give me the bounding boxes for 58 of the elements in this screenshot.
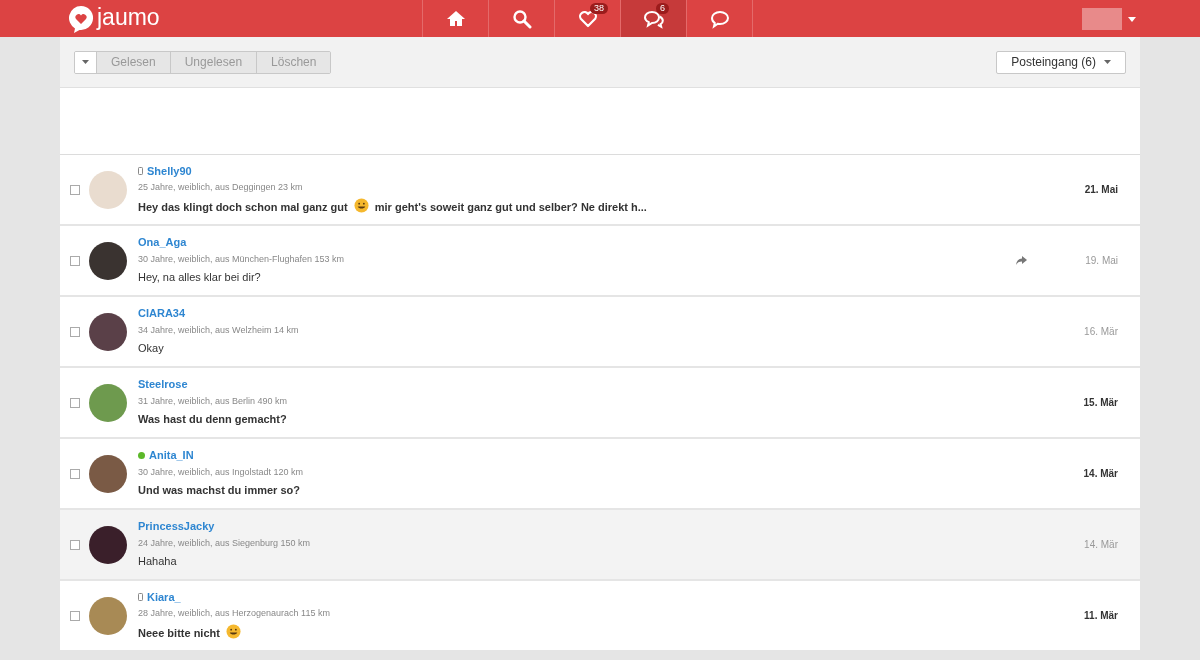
- row-checkbox[interactable]: [70, 539, 80, 550]
- avatar-photo: [89, 525, 127, 564]
- row-checkbox[interactable]: [70, 610, 80, 621]
- message-date: 14. Mär: [1083, 467, 1118, 481]
- username-link[interactable]: Kiara_: [147, 588, 181, 606]
- profile-info: 25 Jahre, weiblich, aus Deggingen 23 km: [138, 181, 304, 194]
- nav-tab[interactable]: 6: [621, 0, 687, 37]
- message-preview: Hahaha: [138, 554, 178, 569]
- message-preview: Und was machst du immer so?: [138, 483, 301, 498]
- message-preview: Hey das klingt doch schon mal ganz gut mir geht's soweit ganz gut und selber? Ne direkt h...: [138, 197, 1085, 215]
- message-date: 19. Mai: [1085, 254, 1118, 268]
- username-link[interactable]: Steelrose: [138, 376, 188, 393]
- row-checkbox[interactable]: [70, 397, 80, 408]
- message-preview: Okay: [138, 341, 165, 356]
- profile-info: 34 Jahre, weiblich, aus Welzheim 14 km: [138, 323, 300, 337]
- username-link[interactable]: Shelly90: [147, 162, 192, 180]
- username-link[interactable]: Anita_IN: [149, 447, 194, 464]
- folder-dropdown[interactable]: Posteingang (6): [996, 50, 1126, 74]
- search-icon: [511, 8, 532, 29]
- profile-info: 30 Jahre, weiblich, aus München-Flughafen 153 km: [138, 252, 346, 266]
- row-checkbox[interactable]: [70, 184, 80, 195]
- profile-info: 28 Jahre, weiblich, aus Herzogenaurach 115 km: [138, 607, 331, 620]
- home-icon: [445, 8, 466, 29]
- logo-text: jaumo: [97, 6, 160, 32]
- smiley-icon: [353, 197, 369, 213]
- profile-info: 30 Jahre, weiblich, aus Ingolstadt 120 km: [138, 465, 305, 479]
- message-date: 11. Mär: [1084, 609, 1118, 623]
- message-date: 15. Mär: [1083, 396, 1118, 410]
- message-date: 16. Mär: [1084, 325, 1118, 339]
- logo-icon: [68, 5, 94, 33]
- caret-icon: [82, 60, 89, 64]
- avatar-photo: [89, 241, 127, 280]
- avatar-photo: [89, 596, 127, 635]
- username-link[interactable]: CIARA34: [138, 305, 186, 322]
- message-preview: Neee bitte nicht: [138, 623, 1085, 641]
- count-badge: 6: [656, 3, 669, 14]
- count-badge: 38: [590, 3, 608, 14]
- message-date: 14. Mär: [1084, 538, 1118, 552]
- message-preview: Was hast du denn gemacht?: [138, 412, 288, 427]
- row-checkbox[interactable]: [70, 468, 80, 479]
- profile-info: 31 Jahre, weiblich, aus Berlin 490 km: [138, 394, 289, 408]
- smiley-icon: [225, 623, 241, 639]
- chat-icon: [709, 8, 730, 29]
- avatar-photo: [89, 454, 127, 493]
- row-checkbox[interactable]: [70, 326, 80, 337]
- caret-icon[interactable]: [1128, 16, 1136, 22]
- row-checkbox[interactable]: [70, 255, 80, 266]
- profile-info: 24 Jahre, weiblich, aus Siegenburg 150 km: [138, 536, 312, 550]
- message-preview: Hey, na alles klar bei dir?: [138, 270, 262, 285]
- avatar-photo: [89, 312, 127, 351]
- username-link[interactable]: Ona_Aga: [138, 234, 187, 251]
- message-row[interactable]: PrincessJacky 24 Jahre, weiblich, aus Siegenburg 150 km Hahaha 14. Mär: [60, 510, 1140, 581]
- avatar-photo: [89, 170, 127, 209]
- message-date: 21. Mai: [1084, 183, 1118, 197]
- username-link[interactable]: PrincessJacky: [138, 518, 215, 535]
- caret-icon: [1104, 60, 1111, 64]
- select-dropdown[interactable]: [75, 51, 97, 73]
- avatar-photo: [89, 383, 127, 422]
